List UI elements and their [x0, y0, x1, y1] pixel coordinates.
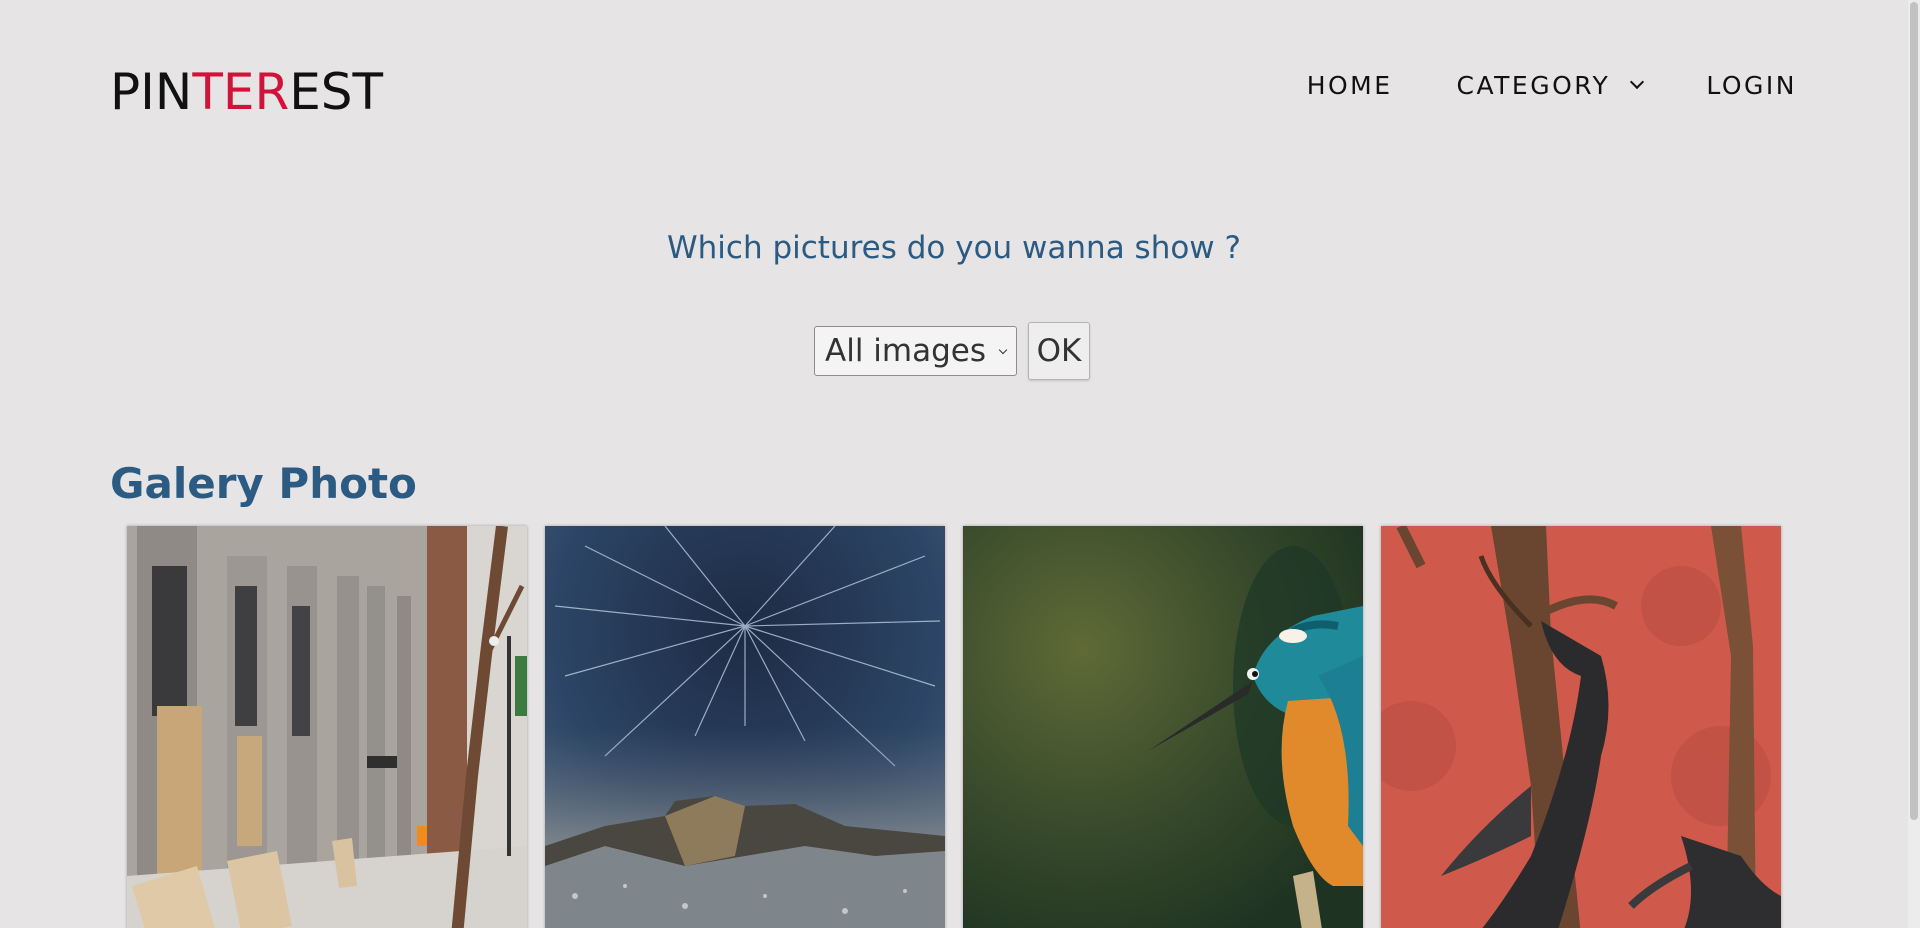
gallery-photo-city-street[interactable]: [127, 526, 527, 928]
image-filter-select[interactable]: All images: [814, 326, 1017, 376]
ok-button[interactable]: OK: [1028, 322, 1090, 380]
logo-text-middle: TER: [192, 63, 290, 121]
page-scrollbar[interactable]: [1908, 0, 1920, 928]
chevron-down-icon: [1630, 74, 1645, 90]
gallery-photo-star-trails[interactable]: [545, 526, 945, 928]
nav-login-link[interactable]: LOGIN: [1706, 70, 1797, 102]
filter-question: Which pictures do you wanna show ?: [667, 230, 1241, 266]
logo-text-end: EST: [289, 63, 384, 121]
chevron-down-icon: [998, 345, 1008, 355]
main-nav: HOME CATEGORY LOGIN: [1307, 70, 1797, 102]
logo-text-start: PIN: [110, 63, 193, 121]
gallery-photo-bats[interactable]: [1381, 526, 1781, 928]
image-filter-selected-value: All images: [825, 333, 986, 369]
nav-category-label: CATEGORY: [1456, 71, 1611, 100]
page: PINTEREST HOME CATEGORY LOGIN Which pict…: [0, 0, 1920, 928]
filter-controls: All images OK: [814, 322, 1090, 380]
nav-category-dropdown[interactable]: CATEGORY: [1456, 70, 1645, 102]
nav-home-link[interactable]: HOME: [1307, 70, 1393, 102]
gallery-photo-kingfisher[interactable]: [963, 526, 1363, 928]
gallery-title: Galery Photo: [110, 459, 417, 508]
logo[interactable]: PINTEREST: [110, 62, 383, 122]
scrollbar-thumb[interactable]: [1910, 2, 1918, 820]
